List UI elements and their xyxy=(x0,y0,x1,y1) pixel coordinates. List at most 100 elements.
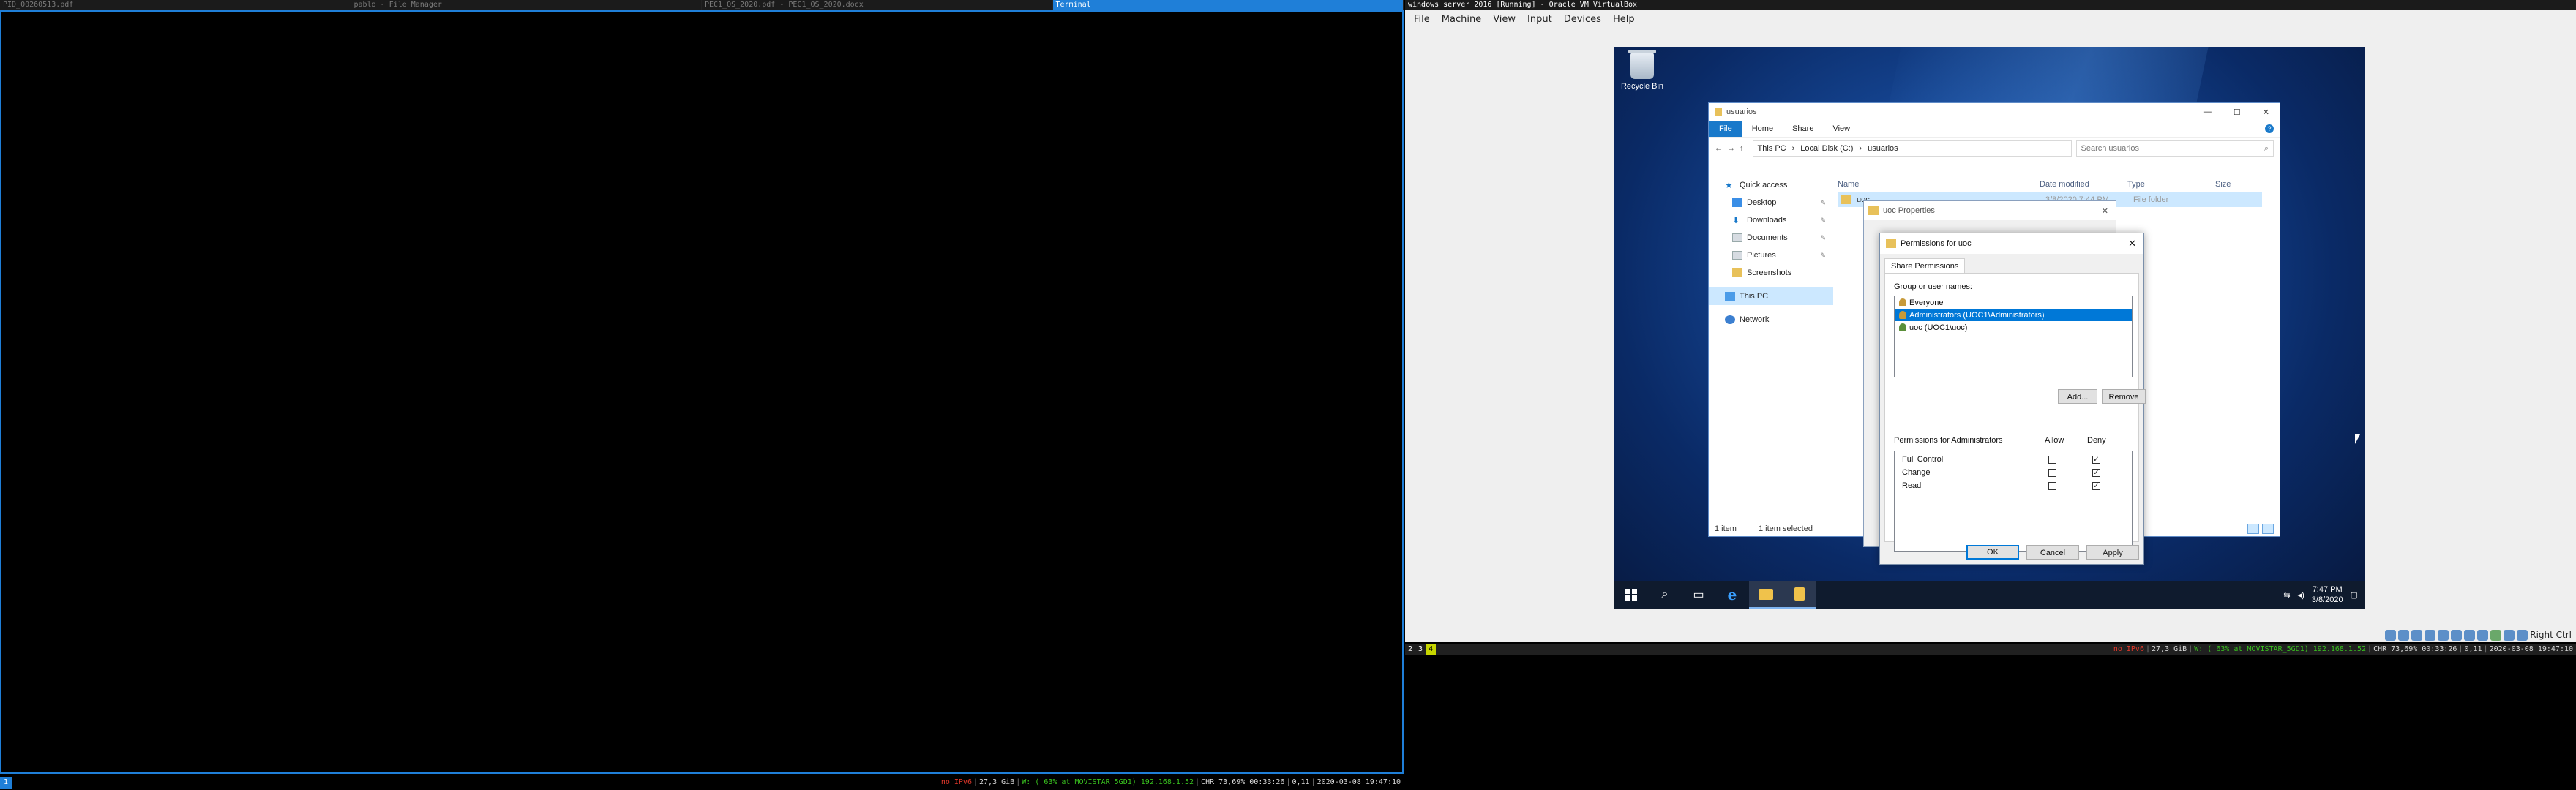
display-icon[interactable] xyxy=(2464,629,2476,641)
vbox-menu-devices[interactable]: Devices xyxy=(1558,14,1607,25)
terminal-pane[interactable] xyxy=(0,10,1404,774)
vbox-menu-input[interactable]: Input xyxy=(1521,14,1558,25)
details-view-icon[interactable] xyxy=(2247,524,2259,534)
nav-label: Pictures xyxy=(1747,251,1776,260)
recycle-bin-shortcut[interactable]: Recycle Bin xyxy=(1620,50,1664,91)
tab-share-permissions[interactable]: Share Permissions xyxy=(1884,258,1966,274)
col-type[interactable]: Type xyxy=(2127,180,2215,189)
vbox-menu-view[interactable]: View xyxy=(1487,14,1521,25)
tab-terminal[interactable]: Terminal xyxy=(1052,0,1404,10)
tab-pdf[interactable]: PID_00260513.pdf xyxy=(0,0,351,10)
quick-access-toolbar: usuarios xyxy=(1715,108,1757,116)
keyboard-icon[interactable] xyxy=(2517,629,2528,641)
search-input[interactable]: Search usuarios ⌕ xyxy=(2075,140,2274,157)
workspace-button[interactable]: 1 xyxy=(0,777,12,789)
help-icon[interactable]: ? xyxy=(2265,124,2274,133)
breadcrumb-usuarios[interactable]: usuarios xyxy=(1868,144,1898,153)
nav-network[interactable]: Network xyxy=(1709,311,1833,328)
remove-button[interactable]: Remove xyxy=(2102,389,2146,404)
properties-taskbar-icon[interactable] xyxy=(1783,581,1816,609)
view-toggle xyxy=(2247,524,2274,534)
optical-drive-icon[interactable] xyxy=(2398,629,2410,641)
network-tray-icon[interactable]: ⇆ xyxy=(2283,590,2290,600)
search-icon: ⌕ xyxy=(2264,143,2269,153)
ribbon-tab-file[interactable]: File xyxy=(1709,121,1742,137)
folder-icon xyxy=(1886,239,1896,248)
address-bar[interactable]: This PC › Local Disk (C:) › usuarios xyxy=(1752,140,2072,157)
file-explorer-taskbar-icon[interactable] xyxy=(1749,581,1783,609)
battery-status: CHR 73,69% 00:33:26 xyxy=(1201,778,1285,786)
clock[interactable]: 7:47 PM 3/8/2020 xyxy=(2312,584,2343,605)
cancel-button[interactable]: Cancel xyxy=(2026,545,2079,560)
nav-pictures[interactable]: Pictures ✎ xyxy=(1709,247,1833,264)
ribbon-tab-view[interactable]: View xyxy=(1823,124,1860,133)
nav-desktop[interactable]: Desktop ✎ xyxy=(1709,194,1833,211)
deny-checkbox[interactable]: ✓ xyxy=(2092,468,2100,477)
audio-icon[interactable] xyxy=(2411,629,2423,641)
nav-quick-access[interactable]: ★ Quick access xyxy=(1709,176,1833,194)
status-right: no IPv6 | 27,3 GiB | W: ( 63% at MOVISTAR_5G… xyxy=(2113,644,2573,655)
nav-documents[interactable]: Documents ✎ xyxy=(1709,229,1833,247)
video-capture-icon[interactable] xyxy=(2477,629,2489,641)
breadcrumb-this-pc[interactable]: This PC xyxy=(1758,144,1786,153)
col-size[interactable]: Size xyxy=(2215,180,2231,189)
ribbon-tabs: File Home Share View ? xyxy=(1709,121,2280,137)
user-item-uoc[interactable]: uoc (UOC1\uoc) xyxy=(1895,321,2132,334)
minimize-icon[interactable]: — xyxy=(2204,108,2212,117)
close-icon[interactable]: ✕ xyxy=(2102,206,2108,216)
ribbon-tab-home[interactable]: Home xyxy=(1742,124,1783,133)
workspace-2-button[interactable]: 2 xyxy=(1405,644,1415,655)
usb-icon[interactable] xyxy=(2438,629,2449,641)
vbox-menu-machine[interactable]: Machine xyxy=(1436,14,1487,25)
nav-label: This PC xyxy=(1740,292,1769,301)
add-button[interactable]: Add... xyxy=(2058,389,2097,404)
allow-checkbox[interactable] xyxy=(2048,481,2056,490)
permissions-for-label: Permissions for Administrators xyxy=(1894,436,2003,445)
mouse-integration-icon[interactable] xyxy=(2504,629,2515,641)
nav-downloads[interactable]: ⬇ Downloads ✎ xyxy=(1709,211,1833,229)
task-view-icon[interactable]: ▭ xyxy=(1682,581,1715,609)
nav-this-pc[interactable]: This PC xyxy=(1709,287,1833,305)
windows-taskbar: ⌕ ▭ e ⇆ ◂) 7:47 PM 3/8/2020 ▢ xyxy=(1614,581,2365,609)
close-icon[interactable]: ✕ xyxy=(2128,238,2136,249)
shared-folders-icon[interactable] xyxy=(2451,629,2463,641)
workspace-4-button[interactable]: 4 xyxy=(1426,644,1437,655)
breadcrumb-local-disk[interactable]: Local Disk (C:) xyxy=(1800,144,1853,153)
notifications-icon[interactable]: ▢ xyxy=(2351,590,2358,600)
datetime-status: 2020-03-08 19:47:10 xyxy=(1317,778,1401,786)
search-icon[interactable]: ⌕ xyxy=(1648,581,1682,609)
nav-arrows-icon[interactable]: ←→↑ xyxy=(1715,144,1748,153)
vm-screen[interactable]: Recycle Bin usuarios — ☐ ✕ File Home Sha… xyxy=(1614,47,2365,609)
user-item-everyone[interactable]: Everyone xyxy=(1895,296,2132,309)
vbox-menu-help[interactable]: Help xyxy=(1607,14,1641,25)
vbox-menu-file[interactable]: File xyxy=(1408,14,1436,25)
internet-explorer-icon[interactable]: e xyxy=(1715,581,1749,609)
star-icon: ★ xyxy=(1725,180,1733,190)
start-button[interactable] xyxy=(1614,581,1648,609)
cpu-icon[interactable] xyxy=(2490,629,2502,641)
deny-checkbox[interactable]: ✓ xyxy=(2092,481,2100,490)
tab-pec-docx[interactable]: PEC1_OS_2020.pdf - PEC1_OS_2020.docx xyxy=(702,0,1053,10)
user-item-administrators[interactable]: Administrators (UOC1\Administrators) xyxy=(1895,309,2132,321)
allow-checkbox[interactable] xyxy=(2048,468,2056,477)
maximize-icon[interactable]: ☐ xyxy=(2234,108,2241,117)
network-adapter-icon[interactable] xyxy=(2425,629,2436,641)
permission-row: Full Control ✓ xyxy=(1895,453,2132,466)
large-icons-view-icon[interactable] xyxy=(2262,524,2274,534)
deny-checkbox[interactable]: ✓ xyxy=(2092,455,2100,464)
col-date-modified[interactable]: Date modified xyxy=(2040,180,2127,189)
apply-button[interactable]: Apply xyxy=(2086,545,2139,560)
tab-file-manager[interactable]: pablo - File Manager xyxy=(351,0,702,10)
user-list[interactable]: Everyone Administrators (UOC1\Administra… xyxy=(1894,296,2133,377)
allow-checkbox[interactable] xyxy=(2048,455,2056,464)
nav-screenshots[interactable]: Screenshots xyxy=(1709,264,1833,282)
ribbon-tab-share[interactable]: Share xyxy=(1783,124,1823,133)
hdd-icon[interactable] xyxy=(2385,629,2397,641)
close-icon[interactable]: ✕ xyxy=(2263,108,2269,117)
col-name[interactable]: Name xyxy=(1838,180,2040,189)
speaker-icon[interactable]: ◂) xyxy=(2298,590,2304,600)
permission-name: Full Control xyxy=(1902,455,1944,464)
workspace-3-button[interactable]: 3 xyxy=(1415,644,1426,655)
folder-icon xyxy=(1715,108,1722,116)
ok-button[interactable]: OK xyxy=(1966,545,2019,560)
